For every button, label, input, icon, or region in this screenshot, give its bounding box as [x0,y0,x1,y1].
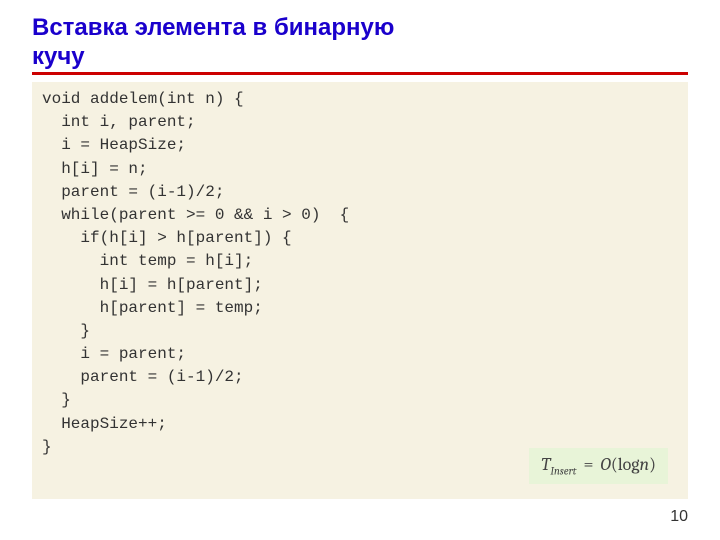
complexity-eq: = [576,454,600,475]
title-line-1: Вставка элемента в бинарную [32,14,394,41]
title-line-2: кучу [32,43,85,70]
complexity-badge: TInsert = O(logn) [529,448,668,484]
complexity-log: log [618,454,640,475]
complexity-close: ) [649,454,656,475]
code-block: void addelem(int n) { int i, parent; i =… [32,82,688,499]
complexity-sub: Insert [550,465,576,478]
complexity-logn: logn [618,454,649,475]
title-underline [32,72,688,75]
complexity-open: ( [611,454,618,475]
complexity-O: O [600,454,610,475]
complexity-n: n [640,454,650,475]
page-number: 10 [670,508,688,526]
complexity-T: T [541,454,550,475]
slide-title: Вставка элемента в бинарную кучу [32,14,472,72]
